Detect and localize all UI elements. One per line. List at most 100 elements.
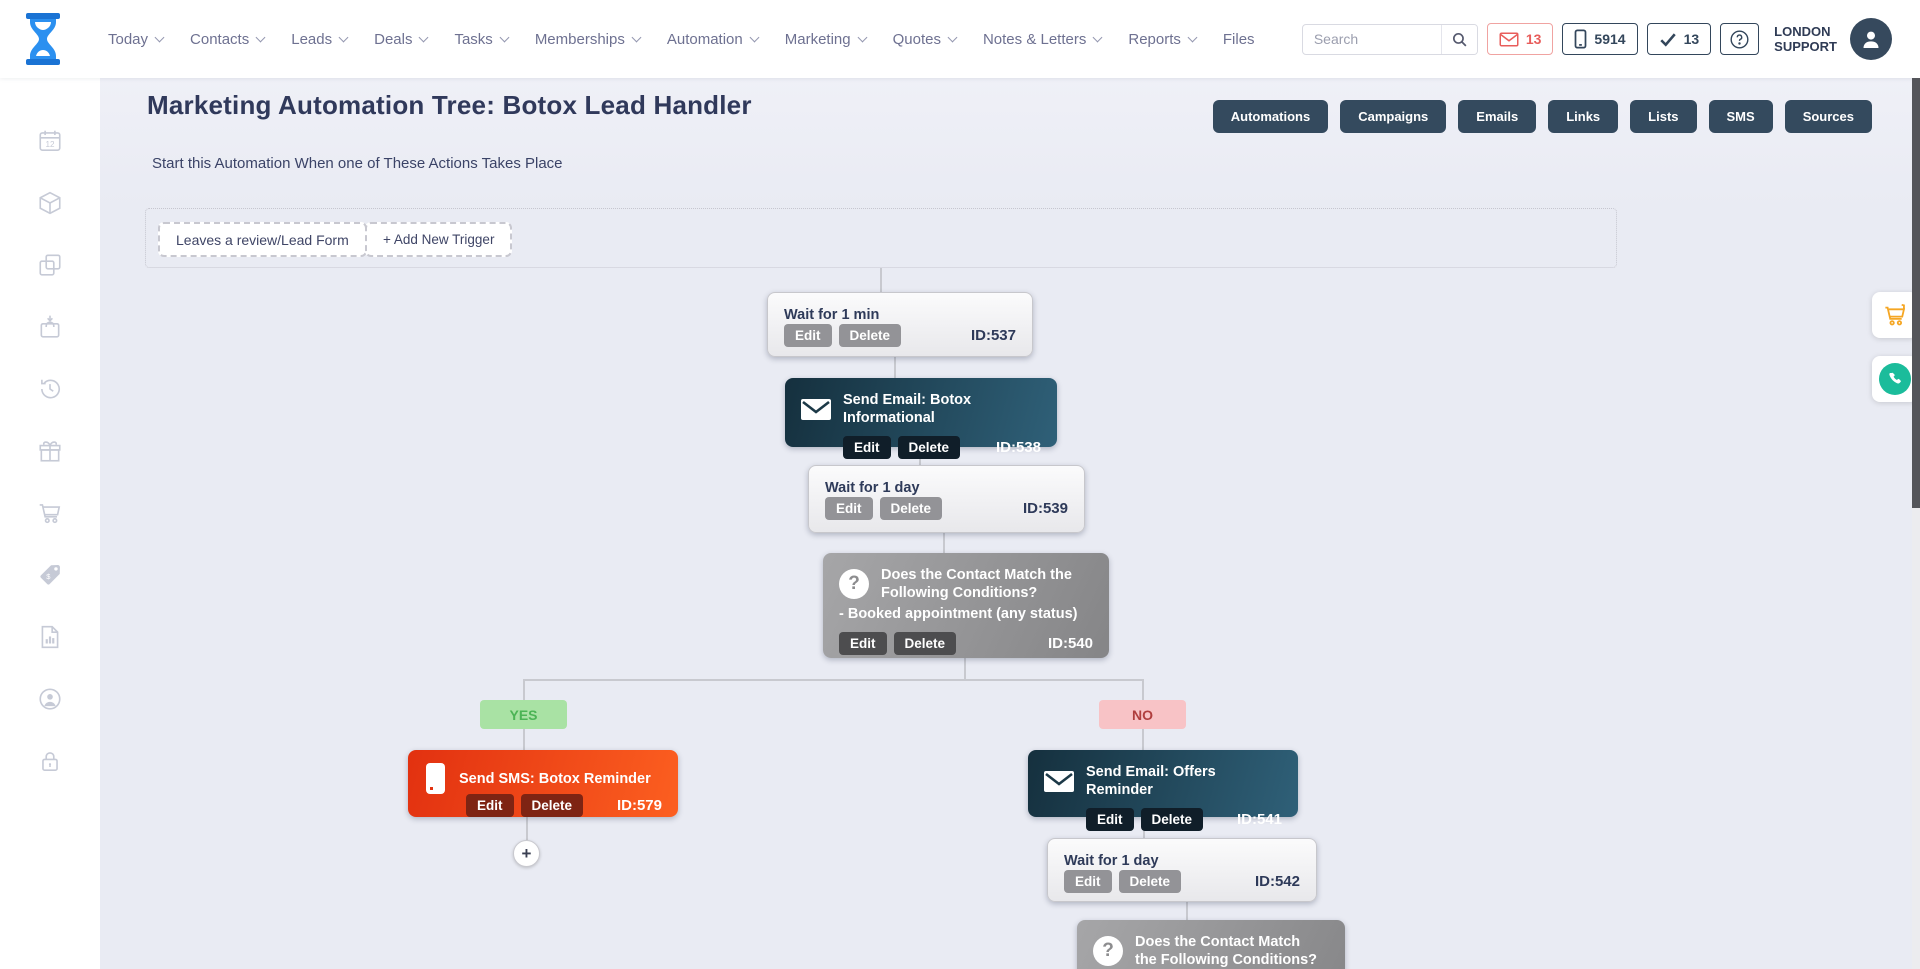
node-wait-542[interactable]: Wait for 1 day Edit Delete ID:542 — [1047, 838, 1317, 902]
links-button[interactable]: Links — [1548, 100, 1618, 133]
page-title: Marketing Automation Tree: Botox Lead Ha… — [147, 90, 752, 121]
nav-deals[interactable]: Deals — [374, 31, 427, 48]
branch-no-label: NO — [1099, 700, 1186, 729]
edit-button[interactable]: Edit — [1086, 808, 1134, 831]
lock-icon[interactable] — [37, 748, 63, 774]
nav-quotes[interactable]: Quotes — [893, 31, 956, 48]
node-condition-bottom[interactable]: ? Does the Contact Match the Following C… — [1077, 920, 1345, 969]
help-button[interactable] — [1720, 23, 1759, 55]
envelope-icon — [801, 399, 831, 420]
node-title: Wait for 1 day — [825, 479, 1068, 497]
campaigns-button[interactable]: Campaigns — [1340, 100, 1446, 133]
svg-text:12: 12 — [45, 140, 55, 149]
edit-button[interactable]: Edit — [839, 632, 887, 655]
nav-contacts[interactable]: Contacts — [190, 31, 264, 48]
connector — [1142, 729, 1144, 750]
sms-button[interactable]: SMS — [1709, 100, 1773, 133]
nav-marketing[interactable]: Marketing — [785, 31, 866, 48]
sms-credits-button[interactable]: 5914 — [1562, 23, 1637, 55]
search-icon[interactable] — [1441, 25, 1477, 54]
edit-button[interactable]: Edit — [784, 324, 832, 347]
report-icon[interactable] — [37, 624, 63, 650]
node-id: ID:538 — [996, 439, 1041, 456]
tasks-done-button[interactable]: 13 — [1647, 23, 1712, 55]
email-count: 13 — [1526, 31, 1542, 47]
nav-automation[interactable]: Automation — [667, 31, 758, 48]
search-input[interactable] — [1303, 31, 1441, 47]
node-id: ID:579 — [617, 797, 662, 814]
whatsapp-phone-icon — [1879, 363, 1911, 395]
nav-memberships[interactable]: Memberships — [535, 31, 640, 48]
trigger-chip[interactable]: Leaves a review/Lead Form — [158, 222, 367, 257]
sources-button[interactable]: Sources — [1785, 100, 1872, 133]
delete-button[interactable]: Delete — [898, 436, 961, 459]
delete-button[interactable]: Delete — [521, 794, 584, 817]
delete-button[interactable]: Delete — [1141, 808, 1204, 831]
question-mark-icon — [1729, 29, 1750, 50]
chevron-down-icon — [499, 32, 509, 42]
node-wait-539[interactable]: Wait for 1 day Edit Delete ID:539 — [808, 465, 1085, 533]
nav-today[interactable]: Today — [108, 31, 163, 48]
add-new-trigger-button[interactable]: + Add New Trigger — [365, 222, 512, 257]
envelope-icon — [1499, 32, 1519, 47]
user-name: LONDON SUPPORT — [1774, 24, 1837, 54]
shopping-bag-icon[interactable] — [37, 314, 63, 340]
nav-tasks[interactable]: Tasks — [454, 31, 507, 48]
calendar-icon[interactable]: 12 — [37, 128, 63, 154]
node-sms-579[interactable]: Send SMS: Botox Reminder Edit Delete ID:… — [408, 750, 678, 817]
envelope-icon — [1044, 771, 1074, 792]
connector — [894, 357, 896, 378]
mobile-phone-icon — [426, 763, 445, 794]
history-icon[interactable] — [37, 376, 63, 402]
edit-button[interactable]: Edit — [466, 794, 514, 817]
edit-button[interactable]: Edit — [825, 497, 873, 520]
gift-icon[interactable] — [37, 438, 63, 464]
vertical-scrollbar-thumb[interactable] — [1912, 78, 1920, 508]
question-mark-icon: ? — [839, 569, 869, 599]
delete-button[interactable]: Delete — [880, 497, 943, 520]
delete-button[interactable]: Delete — [1119, 870, 1182, 893]
search-box — [1302, 24, 1478, 55]
triggers-container: Leaves a review/Lead Form + Add New Trig… — [145, 208, 1617, 268]
user-avatar[interactable] — [1850, 18, 1892, 60]
node-email-541[interactable]: Send Email: Offers Reminder Edit Delete … — [1028, 750, 1298, 817]
price-tag-icon[interactable]: $ — [37, 562, 63, 588]
mobile-phone-icon — [1574, 29, 1587, 49]
chevron-down-icon — [857, 32, 867, 42]
emails-button[interactable]: Emails — [1458, 100, 1536, 133]
delete-button[interactable]: Delete — [894, 632, 957, 655]
node-title: Send Email: Offers Reminder — [1086, 763, 1282, 799]
automations-button[interactable]: Automations — [1213, 100, 1328, 133]
marketing-toolbar: Automations Campaigns Emails Links Lists… — [1213, 100, 1872, 133]
nav-reports[interactable]: Reports — [1128, 31, 1196, 48]
chevron-down-icon — [419, 32, 429, 42]
edit-button[interactable]: Edit — [1064, 870, 1112, 893]
node-title: Send Email: Botox Informational — [843, 391, 1041, 427]
node-email-538[interactable]: Send Email: Botox Informational Edit Del… — [785, 378, 1057, 447]
app-logo-hourglass-icon[interactable] — [22, 12, 64, 66]
node-title: Wait for 1 day — [1064, 852, 1300, 870]
node-title: Does the Contact Match the Following Con… — [1135, 933, 1325, 969]
cart-icon[interactable] — [37, 500, 63, 526]
vertical-scrollbar-track[interactable] — [1912, 78, 1920, 969]
account-icon[interactable] — [37, 686, 63, 712]
package-icon[interactable] — [37, 190, 63, 216]
node-wait-537[interactable]: Wait for 1 min Edit Delete ID:537 — [767, 292, 1033, 357]
automation-canvas: Marketing Automation Tree: Botox Lead Ha… — [100, 78, 1920, 969]
nav-notes-letters[interactable]: Notes & Letters — [983, 31, 1101, 48]
chevron-down-icon — [1187, 32, 1197, 42]
node-title: Does the Contact Match the Following Con… — [881, 566, 1086, 602]
nav-leads[interactable]: Leads — [291, 31, 347, 48]
nav-files[interactable]: Files — [1223, 31, 1255, 48]
copy-icon[interactable] — [37, 252, 63, 278]
condition-criteria: - Booked appointment (any status) — [839, 606, 1093, 622]
left-sidebar: 12 $ — [0, 78, 100, 969]
connector — [1142, 681, 1144, 700]
delete-button[interactable]: Delete — [839, 324, 902, 347]
email-notifications-button[interactable]: 13 — [1487, 23, 1554, 55]
edit-button[interactable]: Edit — [843, 436, 891, 459]
add-step-button[interactable]: + — [513, 840, 540, 867]
node-condition-540[interactable]: ? Does the Contact Match the Following C… — [823, 553, 1109, 658]
lists-button[interactable]: Lists — [1630, 100, 1696, 133]
node-id: ID:537 — [971, 327, 1016, 344]
